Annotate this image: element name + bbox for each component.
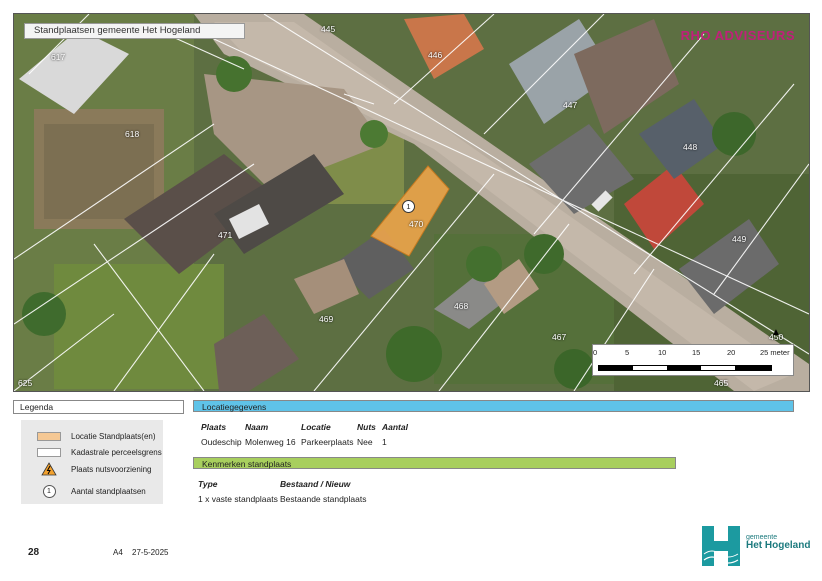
plot-label: 445 (321, 24, 336, 34)
legend-item: 1 Aantal standplaatsen (37, 484, 146, 498)
legend-label: Plaats nutsvoorziening (71, 464, 152, 474)
plot-label: 471 (218, 230, 233, 240)
legend-label: Locatie Standplaats(en) (71, 431, 156, 441)
table-cell: 1 x vaste standplaats (198, 494, 278, 504)
column-header: Nuts (357, 422, 376, 432)
legend: Locatie Standplaats(en) Kadastrale perce… (21, 420, 163, 504)
table-cell: Nee (357, 437, 373, 447)
parcel-boundary-swatch (37, 447, 61, 457)
scale-tick: 10 (658, 348, 667, 357)
hogeland-logo-icon (702, 526, 740, 566)
logo-name-text: Het Hogeland (746, 540, 811, 551)
kenmerken-header: Kenmerken standplaats (193, 457, 676, 469)
brand-logo-text: RHO ADVISEURS (680, 28, 795, 43)
location-swatch (37, 431, 61, 441)
legend-item: Kadastrale perceelsgrens (37, 445, 162, 459)
plot-label: 470 (409, 219, 424, 229)
warning-icon (37, 462, 61, 476)
scale-tick: 25 meter (760, 348, 790, 357)
table-cell: Parkeerplaats (301, 437, 354, 447)
table-cell: Bestaande standplaats (280, 494, 367, 504)
plot-label: 618 (125, 129, 140, 139)
plot-label: 469 (319, 314, 334, 324)
map-view[interactable]: Standplaatsen gemeente Het Hogeland RHO … (13, 13, 810, 392)
plot-label: 467 (552, 332, 567, 342)
legend-item: Plaats nutsvoorziening (37, 462, 152, 476)
column-header: Type (198, 479, 218, 489)
plot-label: 448 (683, 142, 698, 152)
plot-label: 446 (428, 50, 443, 60)
table-cell: Molenweg 16 (245, 437, 296, 447)
map-title: Standplaatsen gemeente Het Hogeland (24, 23, 245, 39)
plot-label: 447 (563, 100, 578, 110)
plot-label: 468 (454, 301, 469, 311)
column-header: Plaats (201, 422, 227, 432)
plot-label: 449 (732, 234, 747, 244)
column-header: Locatie (301, 422, 331, 432)
legend-item: Locatie Standplaats(en) (37, 429, 156, 443)
table-cell: Oudeschip (201, 437, 242, 447)
document-date: 27-5-2025 (132, 548, 169, 557)
scale-bar: 0 5 10 15 20 25 meter (592, 344, 794, 376)
plot-label: 465 (714, 378, 729, 388)
north-arrow-icon: ▲ (771, 327, 781, 338)
plot-label: 625 (18, 378, 33, 388)
gemeente-logo: gemeente Het Hogeland (702, 524, 812, 568)
column-header: Bestaand / Nieuw (280, 479, 351, 489)
legend-title: Legenda (13, 400, 184, 414)
page-number: 28 (28, 547, 40, 558)
legend-label: Aantal standplaatsen (71, 486, 146, 496)
scale-tick: 5 (625, 348, 630, 357)
locatie-header: Locatiegegevens (193, 400, 794, 412)
scale-bar-graphic (598, 365, 772, 371)
table-cell: 1 (382, 437, 387, 447)
standplaats-count-marker[interactable]: 1 (402, 200, 415, 213)
scale-tick: 20 (727, 348, 736, 357)
plot-label: 617 (51, 52, 66, 62)
column-header: Aantal (382, 422, 408, 432)
scale-tick: 15 (692, 348, 701, 357)
paper-format: A4 (113, 548, 123, 557)
number-circle-icon: 1 (37, 484, 61, 498)
scale-tick: 0 (593, 348, 598, 357)
column-header: Naam (245, 422, 269, 432)
legend-label: Kadastrale perceelsgrens (71, 447, 162, 457)
